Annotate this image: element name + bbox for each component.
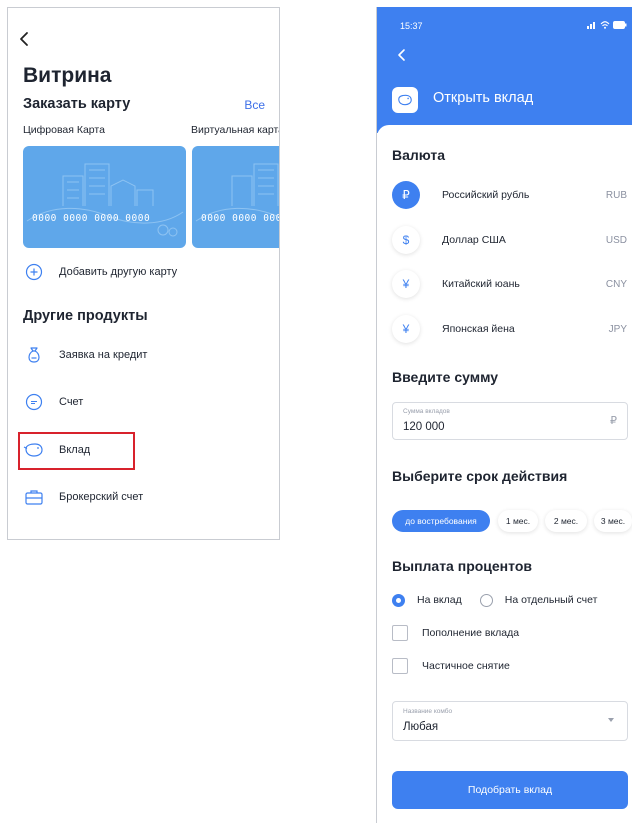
- card-number: 0000 0000 0000 0000: [201, 213, 279, 224]
- currency-name: Доллар США: [442, 234, 506, 246]
- highlight-box: [18, 432, 135, 470]
- product-item-account[interactable]: Счет: [23, 389, 83, 415]
- term-option-on-demand[interactable]: до востребования: [392, 510, 490, 532]
- briefcase-icon: [23, 486, 45, 508]
- combo-value: Любая: [403, 721, 439, 733]
- header: 15:37 Открыть вклад: [377, 7, 632, 133]
- product-item-credit[interactable]: Заявка на кредит: [23, 342, 147, 368]
- wifi-icon: [600, 21, 610, 29]
- order-card-heading: Заказать карту: [23, 96, 131, 112]
- term-heading: Выберите срок действия: [392, 468, 568, 484]
- showcase-screen: Витрина Заказать карту Все Цифровая Карт…: [7, 7, 280, 540]
- currency-code: USD: [605, 234, 627, 246]
- radio-label: На отдельный счет: [504, 594, 598, 606]
- yuan-icon: ¥: [392, 270, 420, 298]
- radio-to-deposit[interactable]: [392, 593, 405, 607]
- back-arrow-icon[interactable]: [18, 30, 36, 52]
- piggy-bank-icon: [392, 87, 418, 113]
- virtual-card[interactable]: 0000 0000 0000 0000: [192, 146, 279, 248]
- card-city-illustration: [26, 163, 184, 237]
- add-card-button[interactable]: Добавить другую карту: [23, 259, 177, 285]
- combo-select[interactable]: Название комбо Любая: [392, 701, 628, 741]
- card-number: 0000 0000 0000 0000: [32, 213, 151, 224]
- amount-label: Сумма вкладов: [403, 408, 450, 415]
- find-deposit-button[interactable]: Подобрать вклад: [392, 771, 628, 809]
- amount-heading: Введите сумму: [392, 369, 499, 385]
- currency-name: Японская йена: [442, 323, 515, 335]
- page-title: Витрина: [23, 64, 112, 87]
- term-option-3-months[interactable]: 3 мес.: [594, 510, 632, 532]
- currency-code: JPY: [608, 323, 627, 335]
- currency-heading: Валюта: [392, 147, 446, 163]
- card-label-virtual: Виртуальная карта: [191, 124, 280, 136]
- interest-radio-group: На вклад На отдельный счет: [392, 592, 597, 608]
- checkbox-label: Пополнение вклада: [422, 627, 520, 639]
- all-cards-link[interactable]: Все: [244, 98, 265, 112]
- battery-icon: [613, 21, 627, 29]
- status-icons: [587, 21, 627, 29]
- currency-code: RUB: [605, 189, 627, 201]
- ruble-icon: ₽: [392, 181, 420, 209]
- product-label: Счет: [59, 396, 84, 408]
- card-label-digital: Цифровая Карта: [23, 124, 105, 136]
- card-city-illustration: [195, 163, 279, 222]
- currency-name: Российский рубль: [442, 189, 530, 201]
- radio-to-separate-account[interactable]: [479, 593, 493, 607]
- add-card-label: Добавить другую карту: [59, 266, 178, 278]
- header-title: Открыть вклад: [433, 90, 534, 106]
- topup-checkbox[interactable]: [392, 625, 408, 641]
- status-time: 15:37: [400, 21, 423, 31]
- plus-circle-icon: [23, 261, 45, 283]
- account-circle-icon: [23, 391, 45, 413]
- partial-withdrawal-checkbox[interactable]: [392, 658, 408, 674]
- back-arrow-icon[interactable]: [397, 48, 407, 66]
- yen-icon: ¥: [392, 315, 420, 343]
- product-label: Заявка на кредит: [59, 349, 148, 361]
- product-label: Брокерский счет: [59, 491, 144, 503]
- dollar-icon: $: [392, 226, 420, 254]
- signal-icon: [587, 22, 595, 29]
- term-option-2-months[interactable]: 2 мес.: [545, 510, 587, 532]
- amount-value: 120 000: [403, 421, 445, 433]
- money-bag-icon: [23, 344, 45, 366]
- chevron-down-icon: [608, 718, 614, 722]
- product-item-brokerage[interactable]: Брокерский счет: [23, 484, 143, 510]
- currency-name: Китайский юань: [442, 278, 520, 290]
- digital-card[interactable]: 0000 0000 0000 0000: [23, 146, 186, 248]
- term-option-1-month[interactable]: 1 мес.: [498, 510, 538, 532]
- open-deposit-screen: 15:37 Открыть вклад Валюта ₽ Российский …: [376, 7, 632, 823]
- currency-option-jpy[interactable]: ¥ Японская йена JPY: [392, 314, 632, 344]
- ruble-suffix: ₽: [610, 415, 617, 427]
- interest-heading: Выплата процентов: [392, 558, 532, 574]
- amount-input[interactable]: Сумма вкладов 120 000 ₽: [392, 402, 628, 440]
- currency-option-rub[interactable]: ₽ Российский рубль RUB: [392, 180, 632, 210]
- checkbox-row-topup[interactable]: Пополнение вклада: [392, 624, 519, 642]
- currency-option-usd[interactable]: $ Доллар США USD: [392, 225, 632, 255]
- other-products-heading: Другие продукты: [23, 308, 148, 324]
- checkbox-row-partial-withdrawal[interactable]: Частичное снятие: [392, 657, 510, 675]
- radio-label: На вклад: [417, 594, 462, 606]
- currency-code: CNY: [605, 278, 627, 290]
- currency-option-cny[interactable]: ¥ Китайский юань CNY: [392, 269, 632, 299]
- checkbox-label: Частичное снятие: [422, 660, 510, 672]
- combo-label: Название комбо: [403, 708, 453, 715]
